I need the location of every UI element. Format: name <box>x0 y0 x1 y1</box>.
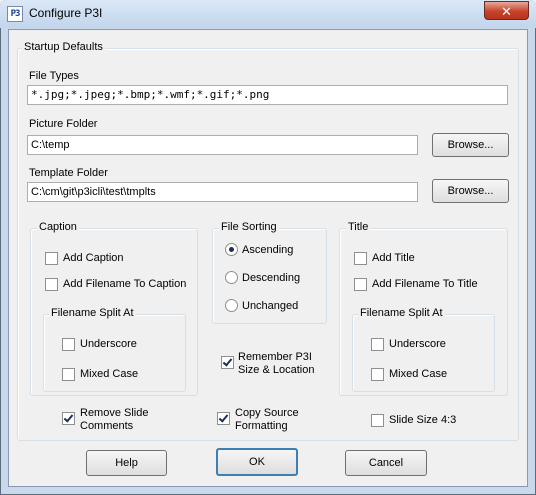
caption-group-label: Caption <box>37 221 79 234</box>
cancel-button[interactable]: Cancel <box>345 450 427 476</box>
ascending-label[interactable]: Ascending <box>242 244 293 257</box>
copy-source-formatting-label-line2[interactable]: Formatting <box>235 420 288 433</box>
remove-slide-comments-checkbox[interactable] <box>62 412 75 425</box>
add-filename-to-caption-checkbox[interactable] <box>45 278 58 291</box>
add-caption-label[interactable]: Add Caption <box>63 252 124 265</box>
title-underscore-checkbox[interactable] <box>371 338 384 351</box>
title-underscore-label[interactable]: Underscore <box>389 338 446 351</box>
title-bar[interactable]: P3 Configure P3I ✕ <box>0 0 536 28</box>
ok-button[interactable]: OK <box>216 448 298 476</box>
app-icon: P3 <box>7 6 23 22</box>
picture-folder-browse-button[interactable]: Browse... <box>432 133 509 157</box>
file-types-input[interactable]: *.jpg;*.jpeg;*.bmp;*.wmf;*.gif;*.png <box>27 85 508 105</box>
copy-source-formatting-label-line1[interactable]: Copy Source <box>235 407 299 420</box>
add-filename-to-caption-label[interactable]: Add Filename To Caption <box>63 278 186 291</box>
picture-folder-label: Picture Folder <box>29 118 98 130</box>
caption-split-group-label: Filename Split At <box>49 307 136 320</box>
caption-underscore-label[interactable]: Underscore <box>80 338 137 351</box>
add-title-checkbox[interactable] <box>354 252 367 265</box>
remove-slide-comments-label-line2[interactable]: Comments <box>80 420 133 433</box>
unchanged-label[interactable]: Unchanged <box>242 300 298 313</box>
descending-label[interactable]: Descending <box>242 272 300 285</box>
startup-defaults-label: Startup Defaults <box>22 41 105 54</box>
close-button[interactable]: ✕ <box>484 1 529 20</box>
ascending-radio[interactable] <box>225 243 238 256</box>
title-group-label: Title <box>346 221 371 234</box>
template-folder-browse-button[interactable]: Browse... <box>432 179 509 203</box>
add-title-label[interactable]: Add Title <box>372 252 415 265</box>
remember-size-location-checkbox[interactable] <box>221 356 234 369</box>
unchanged-radio[interactable] <box>225 299 238 312</box>
caption-mixed-case-checkbox[interactable] <box>62 368 75 381</box>
picture-folder-input[interactable]: C:\temp <box>27 135 418 155</box>
help-button[interactable]: Help <box>86 450 167 476</box>
file-types-label: File Types <box>29 70 79 82</box>
caption-mixed-case-label[interactable]: Mixed Case <box>80 368 138 381</box>
title-split-group-label: Filename Split At <box>358 307 445 320</box>
title-mixed-case-label[interactable]: Mixed Case <box>389 368 447 381</box>
slide-size-label[interactable]: Slide Size 4:3 <box>389 414 456 427</box>
remove-slide-comments-label-line1[interactable]: Remove Slide <box>80 407 148 420</box>
window-title: Configure P3I <box>29 6 103 20</box>
title-mixed-case-checkbox[interactable] <box>371 368 384 381</box>
descending-radio[interactable] <box>225 271 238 284</box>
file-sorting-group-label: File Sorting <box>219 221 279 234</box>
copy-source-formatting-checkbox[interactable] <box>217 412 230 425</box>
template-folder-label: Template Folder <box>29 167 108 179</box>
add-caption-checkbox[interactable] <box>45 252 58 265</box>
remember-size-location-label-line1[interactable]: Remember P3I <box>238 351 312 364</box>
template-folder-input[interactable]: C:\cm\git\p3icli\test\tmplts <box>27 182 418 202</box>
add-filename-to-title-label[interactable]: Add Filename To Title <box>372 278 478 291</box>
slide-size-checkbox[interactable] <box>371 414 384 427</box>
remember-size-location-label-line2[interactable]: Size & Location <box>238 364 314 377</box>
add-filename-to-title-checkbox[interactable] <box>354 278 367 291</box>
caption-underscore-checkbox[interactable] <box>62 338 75 351</box>
